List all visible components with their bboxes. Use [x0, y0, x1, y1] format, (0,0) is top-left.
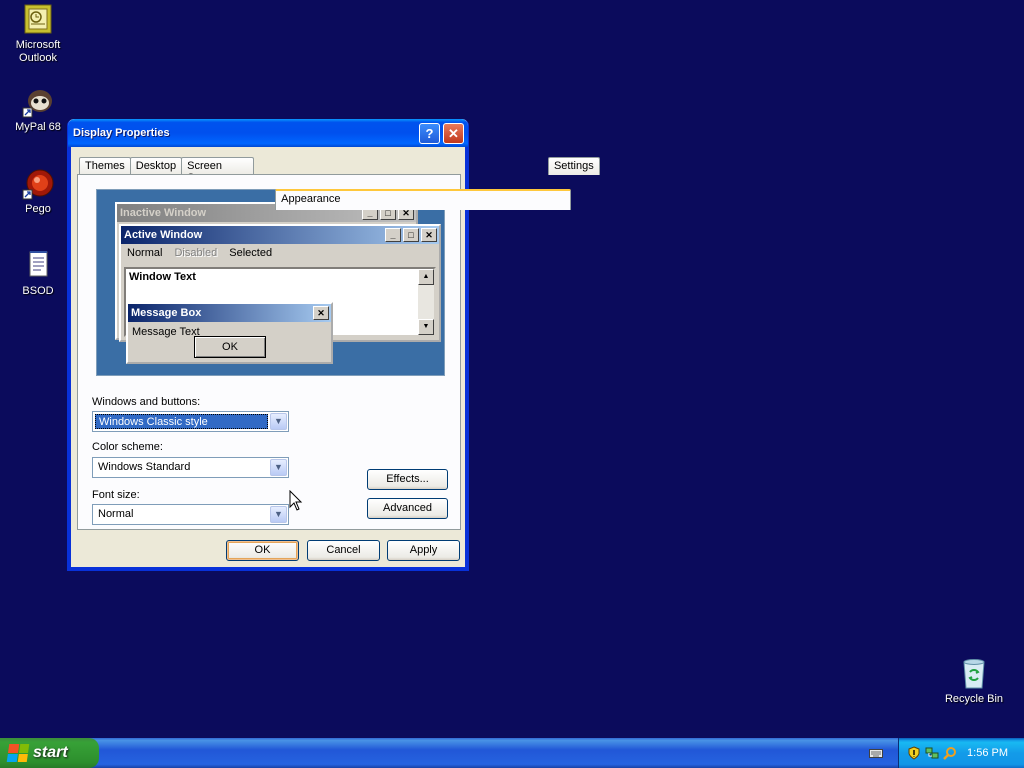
clock[interactable]: 1:56 PM — [967, 747, 1008, 759]
appearance-preview: Inactive Window _ □ ✕ Active Window _ □ … — [96, 189, 445, 376]
network-icon[interactable] — [925, 746, 939, 760]
preview-message-box: Message Box ✕ Message Text OK — [126, 302, 333, 364]
appearance-panel: Inactive Window _ □ ✕ Active Window _ □ … — [77, 174, 461, 530]
close-icon: ✕ — [421, 228, 437, 242]
system-tray: 1:56 PM — [898, 738, 1024, 768]
color-scheme-select[interactable]: Windows Standard ▼ — [92, 457, 289, 478]
preview-menu-disabled: Disabled — [174, 247, 218, 259]
scroll-up-icon: ▲ — [418, 269, 434, 285]
close-button[interactable]: ✕ — [443, 123, 464, 144]
maximize-icon: □ — [403, 228, 419, 242]
keyboard-icon[interactable] — [869, 747, 883, 759]
preview-menu-bar: Normal Disabled Selected — [121, 244, 439, 262]
apply-button[interactable]: Apply — [387, 540, 460, 561]
mouse-cursor-icon — [289, 490, 303, 511]
tab-themes[interactable]: Themes — [79, 157, 131, 175]
desktop-icon-recycle-bin[interactable]: Recycle Bin — [934, 658, 1014, 706]
preview-inactive-title: Inactive Window — [120, 207, 207, 219]
search-icon[interactable] — [943, 746, 957, 760]
preview-active-titlebar: Active Window _ □ ✕ — [121, 226, 439, 244]
desktop-icon-outlook[interactable]: Microsoft Outlook — [0, 4, 78, 65]
tab-strip: Themes Desktop Screen Saver Appearance S… — [79, 155, 600, 210]
preview-scrollbar: ▲ ▼ — [418, 269, 434, 335]
close-icon: ✕ — [313, 306, 329, 320]
font-size-label: Font size: — [92, 489, 140, 501]
tab-screen-saver[interactable]: Screen Saver — [181, 157, 255, 184]
effects-button[interactable]: Effects... — [367, 469, 448, 490]
scroll-down-icon: ▼ — [418, 319, 434, 335]
dialog-title: Display Properties — [73, 127, 170, 139]
preview-message-titlebar: Message Box ✕ — [128, 304, 331, 322]
help-button[interactable]: ? — [419, 123, 440, 144]
outlook-icon — [21, 4, 55, 36]
mypal-icon — [21, 86, 55, 118]
security-shield-icon[interactable] — [907, 746, 921, 760]
dialog-titlebar[interactable]: Display Properties ? ✕ — [68, 119, 468, 147]
taskbar: start 1:56 PM — [0, 738, 1024, 768]
tab-appearance[interactable]: Appearance — [275, 189, 571, 210]
color-scheme-value: Windows Standard — [98, 461, 191, 473]
desktop-icon-label: Microsoft — [15, 39, 61, 51]
preview-message-title: Message Box — [131, 307, 202, 319]
desktop-icon-label: Outlook — [19, 52, 57, 64]
tab-desktop[interactable]: Desktop — [129, 157, 183, 175]
preview-menu-normal: Normal — [127, 247, 163, 259]
help-icon: ? — [425, 126, 434, 141]
preview-active-title: Active Window — [124, 229, 203, 241]
tab-settings[interactable]: Settings — [547, 157, 600, 175]
windows-buttons-select[interactable]: Windows Classic style ▼ — [92, 411, 289, 432]
preview-menu-selected: Selected — [229, 247, 273, 259]
minimize-icon: _ — [385, 228, 401, 242]
preview-ok-button: OK — [194, 336, 266, 358]
windows-logo-icon — [6, 744, 30, 762]
ok-button[interactable]: OK — [226, 540, 299, 561]
preview-window-text: Window Text — [129, 271, 196, 283]
windows-buttons-value: Windows Classic style — [95, 414, 268, 429]
font-size-value: Normal — [98, 508, 134, 520]
display-properties-dialog: Display Properties ? ✕ Themes Desktop Sc… — [67, 119, 600, 571]
dialog-body: Themes Desktop Screen Saver Appearance S… — [68, 147, 600, 570]
chevron-down-icon[interactable]: ▼ — [270, 413, 287, 430]
start-label: start — [33, 744, 68, 761]
chevron-down-icon[interactable]: ▼ — [270, 459, 287, 476]
color-scheme-label: Color scheme: — [92, 441, 163, 453]
cancel-button[interactable]: Cancel — [307, 540, 380, 561]
recycle-bin-icon — [957, 658, 991, 690]
pego-icon — [21, 168, 55, 200]
advanced-button[interactable]: Advanced — [367, 498, 448, 519]
desktop-icon-label: Recycle Bin — [944, 693, 1004, 705]
chevron-down-icon[interactable]: ▼ — [270, 506, 287, 523]
font-size-select[interactable]: Normal ▼ — [92, 504, 289, 525]
windows-buttons-label: Windows and buttons: — [92, 396, 201, 408]
start-button[interactable]: start — [0, 738, 99, 768]
close-icon: ✕ — [448, 125, 459, 141]
notepad-document-icon — [21, 250, 55, 282]
